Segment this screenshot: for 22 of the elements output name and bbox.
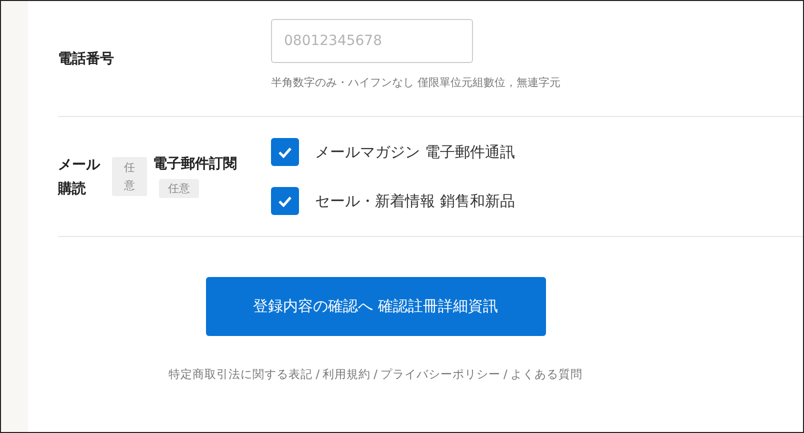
footer-link[interactable]: よくある質問 [510, 367, 582, 382]
footer-link[interactable]: 利用規約 [322, 367, 371, 382]
checkmark-icon [278, 146, 292, 158]
phone-input[interactable]: 08012345678 [271, 19, 473, 63]
checkbox[interactable] [271, 187, 299, 215]
optional-badge: 任意 [112, 156, 147, 196]
checkbox[interactable] [271, 138, 299, 166]
option-label: セール・新着情報 銷售和新品 [315, 192, 515, 210]
field-label: 電子郵件訂閱 [153, 155, 237, 173]
field-label: メール [58, 156, 100, 174]
hint-text: 半角数字のみ・ハイフンなし 僅限單位元組數位，無連字元 [271, 75, 560, 90]
field-label: 電話番号 [58, 50, 114, 68]
optional-badge: 任意 [159, 179, 199, 198]
checkmark-icon [278, 196, 292, 206]
separator: / [503, 367, 508, 382]
footer-link[interactable]: 特定商取引法に関する表記 [168, 367, 313, 382]
option-label: メールマガジン 電子郵件通訊 [315, 142, 515, 162]
submit-button[interactable]: 登録内容の確認へ 確認註冊詳細資訊 [206, 277, 546, 336]
separator: / [374, 367, 378, 382]
footer-link[interactable]: プライバシーポリシー [380, 367, 500, 382]
separator: / [316, 367, 320, 382]
field-label: 購読 [58, 180, 87, 198]
